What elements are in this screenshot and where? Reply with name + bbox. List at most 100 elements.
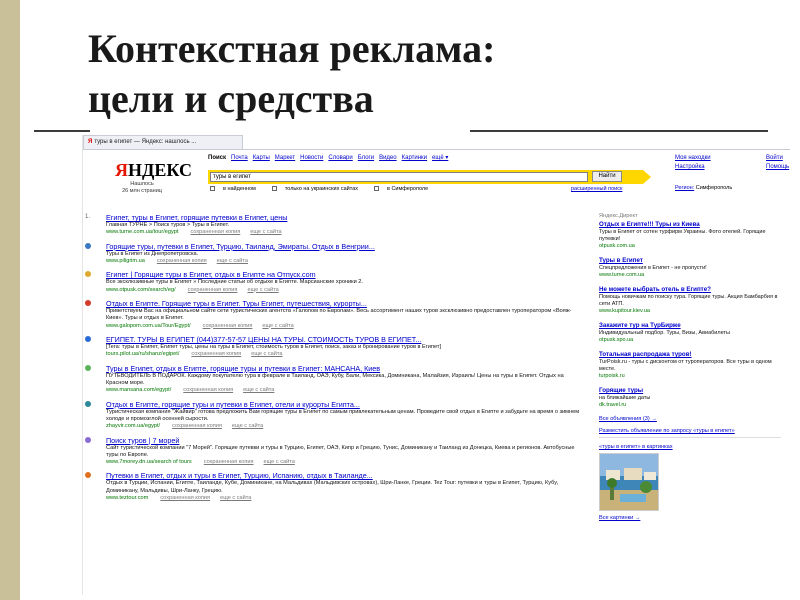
search-screenshot: Ятуры в египет — Яндекс: нашлось ... ЯНД… [82,135,790,595]
region-selector[interactable]: Регион: Симферополь [675,185,732,191]
ad-block: Туры в Египет Спецпредложения в Египет - … [599,257,781,279]
ad-url[interactable]: www.kupitour.kiev.ua [599,308,781,315]
result-title-link[interactable]: Египет, туры в Египет, горящие путевки в… [106,213,587,222]
cached-copy-link[interactable]: сохраненная копия [203,323,253,329]
ad-title-link[interactable]: Туры в Египет [599,257,781,265]
ad-url[interactable]: dk.travel.ru [599,402,781,409]
filter-option[interactable]: только на украинских сайтах [271,186,366,192]
place-ad-link[interactable]: Разместить объявление по запросу «туры в… [599,428,781,434]
result-url-link[interactable]: www.7morey.dn.ua/search of tours [106,459,192,465]
service-nav-item[interactable]: Картинки [402,155,427,161]
more-from-site-link[interactable]: еще с сайта [250,229,281,235]
ad-text: Туры в Египет от сотен турфирм Украины. … [599,229,766,242]
search-result: Туры в Египет, отдых в Египте, горящие т… [85,364,587,395]
slide-left-band [0,0,20,600]
result-title-link[interactable]: Поиск туров | 7 морей [106,436,587,445]
all-ads-link[interactable]: Все объявления (3) → [599,416,781,422]
cached-copy-link[interactable]: сохраненная копия [204,459,254,465]
search-input[interactable]: туры в египет [210,172,588,182]
slide-title-line-2: цели и средства [88,76,374,121]
more-from-site-link[interactable]: еще с сайта [262,323,293,329]
more-from-site-link[interactable]: еще с сайта [247,287,278,293]
result-title-link[interactable]: Египет | Горящие туры в Египет, отдых в … [106,270,587,279]
result-url-link[interactable]: www.turne.com.ua/tour/egypt [106,229,178,235]
result-title-link[interactable]: Отдых в Египте. Горящие туры в Египет. Т… [106,299,587,308]
advanced-search-link[interactable]: расширенный поиск [571,186,622,192]
cached-copy-link[interactable]: сохраненная копия [172,423,222,429]
result-url-link[interactable]: www.piligrim.ua [106,258,145,264]
all-images-link[interactable]: Все картинки → [599,515,781,521]
result-url-link[interactable]: www.teztour.com [106,495,148,501]
result-title-link[interactable]: Туры в Египет, отдых в Египте, горящие т… [106,364,587,373]
yandex-logo[interactable]: ЯНДЕКС [115,160,192,181]
ad-title-link[interactable]: Тотальная распродажа туров! [599,351,781,359]
site-favicon-icon [85,472,91,479]
service-nav-item[interactable]: Новости [300,155,323,161]
ad-title-link[interactable]: Не можете выбрать отель в Египте? [599,286,781,294]
result-url-link[interactable]: www.otpusk.com/search/eg/ [106,287,176,293]
user-link[interactable]: Моя находки [675,154,711,163]
slide-title-line-1: Контекстная реклама: [88,26,496,71]
filter-option[interactable]: в найденном [210,186,264,192]
result-title-link[interactable]: Отдых в Египте, горящие туры и путевки в… [106,400,587,409]
result-title-link[interactable]: Путевки в Египет, отдых и туры в Египет,… [106,471,587,480]
result-url-link[interactable]: www.galopom.com.ua/Tour/Egypt/ [106,323,191,329]
search-button[interactable]: Найти [592,171,622,182]
images-header-link[interactable]: «туры в египет» в картинках [599,444,781,450]
filter-checkbox[interactable] [210,186,215,192]
more-from-site-link[interactable]: еще с сайта [220,495,251,501]
filter-option[interactable]: в Симферополе [374,186,436,192]
account-links: Войти Помощь [766,154,789,172]
result-meta: www.turne.com.ua/tour/egypt сохраненная к… [106,229,587,237]
service-nav-item[interactable]: Блоги [358,155,374,161]
search-result: Отдых в Египте, горящие туры и путевки в… [85,400,587,431]
result-url-link[interactable]: tours.pilot.ua/ru/shanz/egipet/ [106,351,179,357]
slide-rule-right [470,130,768,132]
ads-divider [599,437,781,438]
more-from-site-link[interactable]: еще с сайта [251,351,282,357]
account-link[interactable]: Войти [766,154,789,163]
service-nav-item[interactable]: Словари [328,155,352,161]
cached-copy-link[interactable]: сохраненная копия [188,287,238,293]
image-thumbnail[interactable] [599,453,659,511]
service-nav-item[interactable]: Почта [231,155,248,161]
cached-copy-link[interactable]: сохраненная копия [157,258,207,264]
service-nav-item[interactable]: Поиск [208,155,226,161]
cached-copy-link[interactable]: сохраненная копия [190,229,240,235]
service-nav-item[interactable]: Карты [253,155,270,161]
filter-checkbox[interactable] [374,186,379,192]
ad-title-link[interactable]: Закажите тур на ТурБиржe [599,322,781,330]
ad-url[interactable]: otpusk.com.ua [599,243,781,250]
result-url-link[interactable]: www.mansana.com/egypt/ [106,387,171,393]
account-link[interactable]: Помощь [766,163,789,172]
ad-url[interactable]: www.turne.com.ua [599,272,781,279]
more-from-site-link[interactable]: еще с сайта [217,258,248,264]
cached-copy-link[interactable]: сохраненная копия [183,387,233,393]
slide-title: Контекстная реклама: цели и средства [88,24,768,124]
browser-tab[interactable]: Ятуры в египет — Яндекс: нашлось ... [83,135,243,149]
search-bar-arrow [643,170,651,184]
more-from-site-link[interactable]: еще с сайта [243,387,274,393]
ad-url[interactable]: otpusk.spo.ua [599,337,781,344]
service-nav-item[interactable]: Маркет [275,155,295,161]
service-nav-item[interactable]: Видео [379,155,397,161]
result-title-link[interactable]: Горящие туры, путевки в Египет, Турцию, … [106,242,587,251]
more-from-site-link[interactable]: еще с сайта [232,423,263,429]
service-nav-item[interactable]: ещё ▾ [432,155,448,161]
cached-copy-link[interactable]: сохраненная копия [191,351,241,357]
more-from-site-link[interactable]: еще с сайта [264,459,295,465]
user-link[interactable]: Настройка [675,163,711,172]
ad-title-link[interactable]: Горящие туры [599,387,781,395]
ad-block: Тотальная распродажа туров! TurPoisk.ru -… [599,351,781,380]
ad-url[interactable]: turpoisk.ru [599,373,781,380]
filter-label: в Симферополе [387,186,429,192]
ad-title-link[interactable]: Отдых в Египте!!! Туры из Киева [599,221,781,229]
cached-copy-link[interactable]: сохраненная копия [160,495,210,501]
result-snippet: ПУТЕВОДИТЕЛЬ В ПОДАРОК. Каждому покупате… [106,372,564,386]
filter-label: только на украинских сайтах [284,186,358,192]
result-meta: www.teztour.com сохраненная копия еще с са… [106,495,587,503]
result-title-link[interactable]: ЕГИПЕТ. ТУРЫ В ЕГИПЕТ (044)377-57-57 ЦЕН… [106,335,587,344]
yandex-logo-first: Я [115,160,128,180]
result-url-link[interactable]: zhayvir.com.ua/egypt/ [106,423,160,429]
filter-checkbox[interactable] [271,186,277,192]
